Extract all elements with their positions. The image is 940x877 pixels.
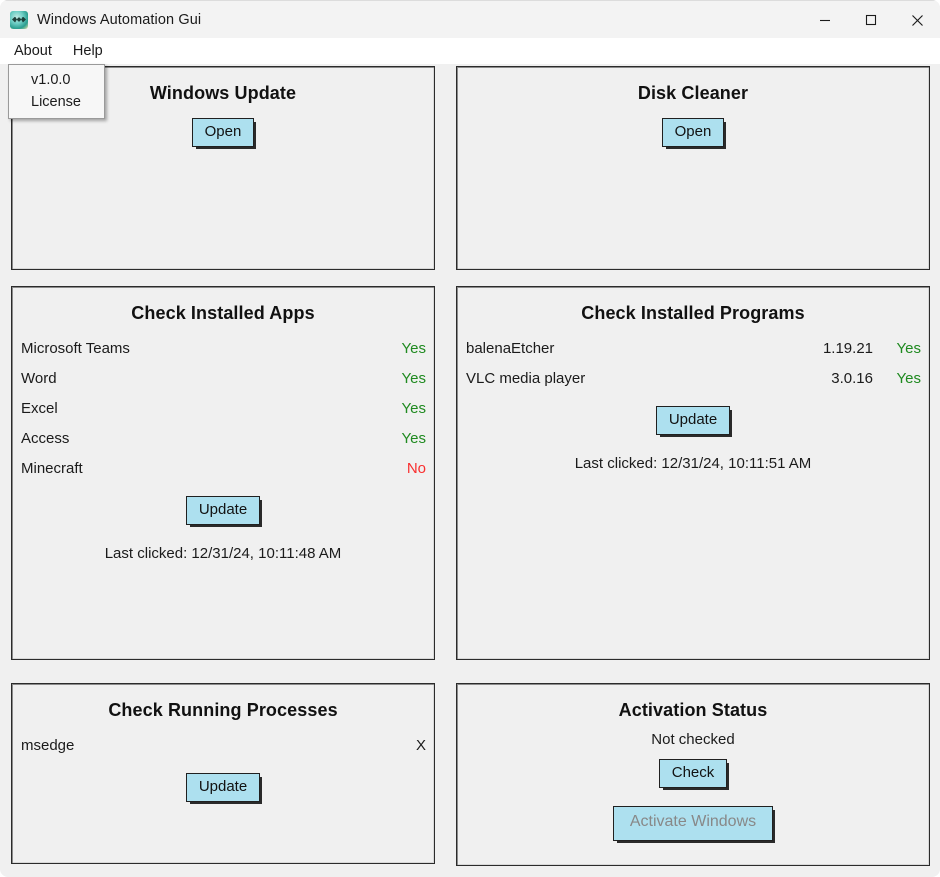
menu-item-about[interactable]: About (5, 40, 61, 63)
app-window: Windows Automation Gui About Help v1.0.0… (0, 0, 940, 877)
status-badge: Yes (896, 370, 921, 387)
activation-status-text: Not checked (651, 731, 735, 748)
windows-update-open-button[interactable]: Open (191, 118, 255, 148)
installed-apps-update-button[interactable]: Update (185, 496, 261, 526)
app-name: Microsoft Teams (21, 340, 130, 357)
panel-title-installed-programs: Check Installed Programs (581, 303, 805, 323)
panel-check-installed-programs: Check Installed Programs balenaEtcher 1.… (456, 286, 930, 660)
installed-programs-last-clicked: Last clicked: 12/31/24, 10:11:51 AM (574, 455, 812, 473)
panel-check-installed-apps: Check Installed Apps Microsoft Teams Yes… (11, 286, 435, 660)
app-name: Minecraft (21, 460, 83, 477)
panel-check-running-processes: Check Running Processes msedge X Update (11, 683, 435, 864)
app-name: Word (21, 370, 57, 387)
table-row: Excel Yes (21, 394, 426, 424)
maximize-button[interactable] (848, 1, 894, 39)
menu-bar: About Help (0, 38, 940, 64)
minimize-button[interactable] (802, 1, 848, 39)
dropdown-item-license[interactable]: License (9, 91, 104, 113)
running-processes-list: msedge X (12, 731, 434, 761)
status-badge: Yes (401, 340, 426, 357)
panel-title-disk-cleaner: Disk Cleaner (637, 83, 749, 103)
running-processes-update-button[interactable]: Update (185, 773, 261, 803)
minimize-icon (820, 19, 830, 22)
close-icon (911, 14, 923, 26)
app-name: Excel (21, 400, 58, 417)
panel-activation-status: Activation Status Not checked Check Acti… (456, 683, 930, 866)
table-row: Access Yes (21, 424, 426, 454)
installed-programs-list: balenaEtcher 1.19.21 Yes VLC media playe… (457, 334, 929, 394)
table-row: Microsoft Teams Yes (21, 334, 426, 364)
close-button[interactable] (894, 1, 940, 39)
status-badge: Yes (896, 340, 921, 357)
program-version: 1.19.21 (822, 340, 873, 357)
about-dropdown-menu: v1.0.0 License (8, 64, 105, 119)
process-name: msedge (21, 737, 75, 754)
title-bar: Windows Automation Gui (0, 0, 940, 38)
panel-title-activation-status: Activation Status (618, 700, 768, 720)
window-controls (802, 1, 940, 39)
status-badge: Yes (401, 430, 426, 447)
panel-title-installed-apps: Check Installed Apps (131, 303, 315, 323)
status-badge: No (406, 460, 426, 477)
activate-windows-button[interactable]: Activate Windows (612, 806, 774, 841)
activation-check-button[interactable]: Check (658, 759, 728, 789)
table-row: VLC media player 3.0.16 Yes (466, 364, 921, 394)
maximize-icon (865, 14, 877, 26)
dropdown-item-version[interactable]: v1.0.0 (9, 69, 104, 91)
table-row: balenaEtcher 1.19.21 Yes (466, 334, 921, 364)
status-badge: X (415, 737, 426, 754)
installed-programs-update-button[interactable]: Update (655, 406, 731, 436)
app-feather-icon (10, 10, 28, 29)
table-row: Word Yes (21, 364, 426, 394)
app-name: Access (21, 430, 70, 447)
panel-title-running-processes: Check Running Processes (108, 700, 338, 720)
status-badge: Yes (401, 400, 426, 417)
program-version: 3.0.16 (831, 370, 873, 387)
table-row: msedge X (21, 731, 426, 761)
installed-apps-list: Microsoft Teams Yes Word Yes Excel Yes A… (12, 334, 434, 484)
content-area: Windows Update Open Disk Cleaner Open Ch… (0, 64, 940, 869)
program-name: balenaEtcher (466, 340, 555, 357)
window-title: Windows Automation Gui (37, 11, 202, 28)
installed-apps-last-clicked: Last clicked: 12/31/24, 10:11:48 AM (104, 545, 342, 563)
status-badge: Yes (401, 370, 426, 387)
panel-disk-cleaner: Disk Cleaner Open (456, 66, 930, 270)
menu-item-help[interactable]: Help (64, 40, 112, 63)
disk-cleaner-open-button[interactable]: Open (661, 118, 725, 148)
program-name: VLC media player (466, 370, 586, 387)
table-row: Minecraft No (21, 454, 426, 484)
